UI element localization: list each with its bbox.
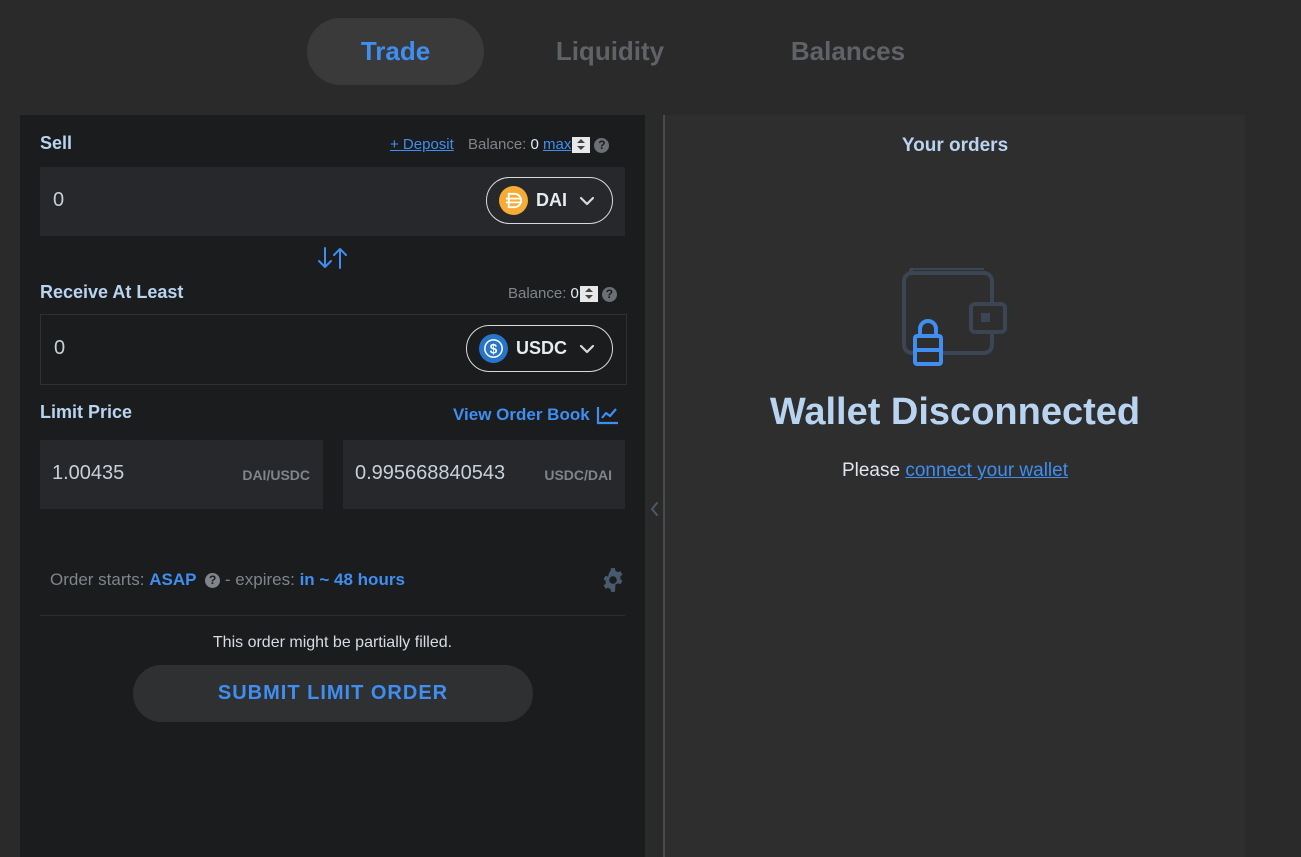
help-icon[interactable]: ? [594,137,610,153]
chevron-down-icon [579,196,595,205]
order-starts-label: Order starts: [50,570,145,589]
tab-trade[interactable]: Trade [307,18,484,85]
receive-balance-value: 0 [570,285,579,302]
orders-panel: Your orders Wallet Disconnected Please c… [665,115,1245,857]
orders-title: Your orders [901,135,1009,156]
usdc-icon: $ [479,334,508,363]
tab-liquidity[interactable]: Liquidity [520,18,700,85]
partial-fill-note: This order might be partially filled. [212,634,453,651]
price-input-2[interactable]: 0.995668840543 [355,462,525,485]
sell-balance-label: Balance: [467,136,527,153]
limit-order-form: Sell + Deposit Balance: 0 max? 0 DAI Rec… [20,115,645,857]
sell-token-select[interactable]: DAI [486,177,613,224]
receive-amount-field: 0 $ USDC [40,314,627,385]
order-expires-label: - expires: [224,570,295,589]
price-input-1[interactable]: 1.00435 [52,462,222,485]
limit-price-label: Limit Price [40,402,133,422]
svg-text:$: $ [490,341,498,356]
price-field-dai-usdc: 1.00435 DAI/USDC [40,440,323,509]
receive-label: Receive At Least [40,282,184,302]
deposit-link[interactable]: + Deposit [390,136,454,153]
receive-token-name: USDC [516,338,568,358]
gear-icon[interactable] [600,567,626,593]
max-link[interactable]: max [543,136,571,153]
receive-token-select[interactable]: $ USDC [466,325,613,372]
chevron-down-icon [579,344,595,353]
dai-icon [499,186,528,215]
connect-wallet-link[interactable]: connect your wallet [905,460,1068,481]
view-order-book-label: View Order Book [453,405,590,424]
chevron-left-icon[interactable] [647,498,661,520]
wallet-disconnected-heading: Wallet Disconnected [769,391,1141,433]
top-nav: Trade Liquidity Balances [0,18,1301,85]
sell-token-name: DAI [536,190,567,210]
sell-balance-row: + Deposit Balance: 0 max? [390,136,610,154]
price-field-usdc-dai: 0.995668840543 USDC/DAI [343,440,625,509]
sell-amount-field: 0 DAI [40,167,625,236]
swap-direction-icon[interactable] [316,245,350,271]
receive-amount-input[interactable]: 0 [54,337,414,360]
price-unit-2: USDC/DAI [544,467,612,483]
receive-balance-label: Balance: [508,285,567,302]
view-order-book-link[interactable]: View Order Book [453,405,620,425]
order-expires-value[interactable]: in ~ 48 hours [300,570,405,589]
order-starts-value[interactable]: ASAP [149,570,196,589]
wallet-locked-icon [902,268,1007,366]
chart-line-icon [596,407,618,425]
sell-amount-input[interactable]: 0 [53,189,413,212]
help-icon[interactable]: ? [205,573,221,589]
connect-prompt: Please connect your wallet [665,460,1245,482]
please-text: Please [841,460,901,481]
price-unit-1: DAI/USDC [242,467,310,483]
submit-limit-order-button[interactable]: SUBMIT LIMIT ORDER [133,665,533,722]
divider [40,615,625,616]
help-icon[interactable]: ? [601,286,617,302]
sell-balance-value: 0 [530,136,539,153]
receive-balance-row: Balance: 0? [508,285,617,303]
tab-balances[interactable]: Balances [760,18,936,85]
sell-label: Sell [40,133,73,153]
sell-balance-stepper[interactable] [572,137,591,154]
receive-balance-stepper[interactable] [579,286,598,303]
order-timing: Order starts: ASAP ? - expires: in ~ 48 … [50,570,405,590]
